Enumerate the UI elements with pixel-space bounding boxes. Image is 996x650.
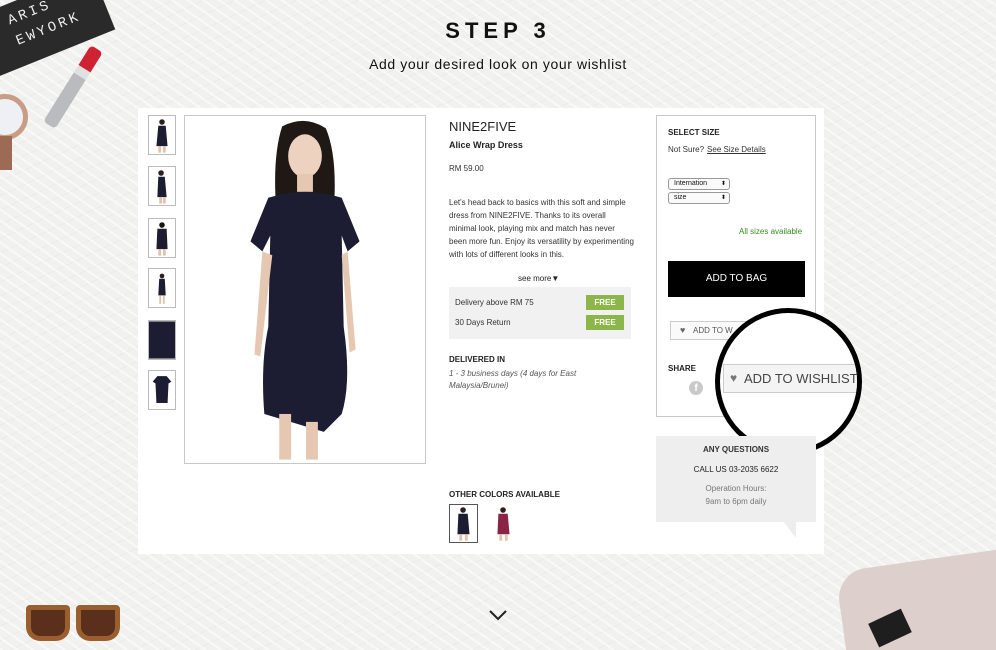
thumbnail-side[interactable] [148, 166, 176, 206]
questions-hours-label: Operation Hours: [705, 484, 767, 493]
perk-return-label: 30 Days Return [455, 318, 511, 327]
not-sure-label: Not Sure? [668, 145, 705, 154]
region-select-value: Internation [674, 180, 708, 187]
add-to-bag-button[interactable]: ADD TO BAG [668, 261, 805, 297]
heart-icon: ♥ [680, 325, 686, 335]
perks-box: Delivery above RM 75 FREE 30 Days Return… [449, 287, 631, 339]
sunglasses-lens-right [76, 605, 120, 641]
size-details-link[interactable]: See Size Details [707, 145, 766, 154]
add-to-wishlist-zoomed-label: ADD TO WISHLIST [744, 371, 858, 386]
product-description: Let's head back to basics with this soft… [449, 198, 634, 259]
product-name: Alice Wrap Dress [449, 140, 523, 150]
add-to-wishlist-label: ADD TO W [693, 326, 733, 335]
other-colors-label: OTHER COLORS AVAILABLE [449, 490, 560, 499]
select-arrows-icon: ⬍ [720, 195, 726, 201]
caret-down-icon: ▼ [551, 274, 560, 283]
add-to-wishlist-zoomed[interactable]: ♥ ADD TO WISHLIST [723, 364, 858, 393]
heart-icon: ♥ [730, 371, 738, 385]
size-select[interactable]: size ⬍ [668, 192, 730, 204]
decorative-sunglasses [22, 601, 122, 643]
select-arrows-icon: ⬍ [720, 181, 726, 187]
decorative-watch-strap [0, 136, 12, 170]
step-subtitle: Add your desired look on your wishlist [369, 56, 627, 72]
product-main-image[interactable] [184, 115, 426, 464]
region-select[interactable]: Internation ⬍ [668, 178, 730, 190]
wishlist-magnifier: ♥ ADD TO WISHLIST [715, 308, 862, 455]
delivered-in-text: 1 - 3 business days (4 days for East Mal… [449, 369, 577, 390]
size-availability: All sizes available [739, 227, 803, 236]
share-label: SHARE [668, 364, 697, 373]
chevron-down-icon[interactable] [488, 608, 508, 622]
thumbnail-fabric[interactable] [148, 320, 176, 360]
product-brand[interactable]: NINE2FIVE [449, 119, 516, 134]
perk-delivery-label: Delivery above RM 75 [455, 298, 534, 307]
select-size-title: SELECT SIZE [668, 128, 720, 137]
perk-delivery-badge: FREE [586, 295, 624, 310]
product-price: RM 59.00 [449, 164, 484, 173]
size-select-value: size [674, 194, 687, 201]
color-swatch-burgundy[interactable] [489, 504, 518, 543]
perk-return-badge: FREE [586, 315, 624, 330]
questions-call: CALL US 03-2035 6622 [693, 465, 779, 474]
decorative-shirt [835, 548, 996, 650]
not-sure-row: Not Sure? See Size Details [668, 145, 766, 154]
thumbnail-front[interactable] [148, 115, 176, 155]
step-title: STEP 3 [445, 18, 551, 43]
questions-hours: 9am to 6pm daily [705, 497, 767, 506]
questions-box: ANY QUESTIONS CALL US 03-2035 6622 Opera… [656, 436, 816, 522]
color-swatch-navy[interactable] [449, 504, 478, 543]
thumbnail-flat[interactable] [148, 370, 176, 410]
sunglasses-lens-left [26, 605, 70, 641]
see-more-label: see more [518, 274, 552, 283]
facebook-icon[interactable]: f [689, 381, 703, 395]
decorative-watch [0, 94, 28, 140]
thumbnail-back[interactable] [148, 218, 176, 258]
delivered-in-label: DELIVERED IN [449, 355, 506, 364]
thumbnail-full[interactable] [148, 268, 176, 308]
questions-title: ANY QUESTIONS [702, 445, 770, 454]
see-more-link[interactable]: see more▼ [518, 274, 559, 283]
questions-bubble-tail [782, 520, 796, 538]
